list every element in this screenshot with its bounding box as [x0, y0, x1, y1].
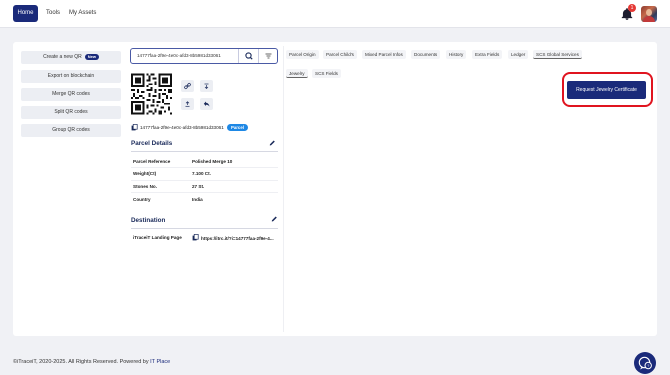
destination-title: Destination: [131, 217, 166, 224]
export-blockchain-button[interactable]: Export on blockchain: [21, 70, 121, 83]
merge-qr-button[interactable]: Merge QR codes: [21, 88, 121, 101]
qr-code-image: [131, 73, 172, 115]
tab-documents[interactable]: Documents: [411, 50, 441, 59]
parcel-details-divider: [131, 151, 278, 152]
tab-history[interactable]: History: [446, 50, 467, 59]
asset-code-row: 14777faa-2f9e-4e0c-afd3-8b5981d33061 Par…: [131, 124, 281, 132]
country-label: Country: [133, 197, 151, 202]
upload-button[interactable]: [181, 98, 194, 110]
split-qr-button[interactable]: Split QR codes: [21, 106, 121, 119]
new-badge: New: [84, 53, 99, 60]
create-qr-button[interactable]: Create a new QR New: [21, 51, 121, 64]
link-button[interactable]: [181, 80, 194, 92]
filter-icon: [265, 53, 272, 59]
copy-icon[interactable]: [131, 124, 138, 131]
filter-button[interactable]: [258, 49, 277, 63]
parcel-reference-value: Polished Merge 10: [192, 159, 233, 164]
footer: ©iTraceiT, 2020-2025. All Rights Reserve…: [13, 359, 170, 365]
help-chat-button[interactable]: ?: [634, 352, 656, 374]
create-qr-label: Create a new QR: [43, 54, 82, 60]
weight-value: 7.100 Ct.: [192, 171, 211, 176]
reply-button[interactable]: [200, 98, 213, 110]
stones-label: Stones No.: [133, 184, 157, 189]
row-divider: [131, 192, 278, 193]
search-button[interactable]: [238, 49, 258, 63]
upload-icon: [185, 101, 190, 107]
it-place-link[interactable]: IT Place: [150, 359, 170, 365]
main-card: [13, 42, 657, 336]
asset-code: 14777faa-2f9e-4e0c-afd3-8b5981d33061: [140, 125, 224, 130]
tab-parcel-origin[interactable]: Parcel Origin: [286, 50, 319, 59]
nav-home[interactable]: Home: [13, 5, 38, 22]
landing-page-link[interactable]: https://itrc.it/?i=14777faa-2f9e-4...: [201, 236, 274, 241]
edit-parcel-details-icon[interactable]: [269, 139, 276, 146]
download-icon: [204, 83, 209, 89]
weight-label: Weight(Ct): [133, 171, 157, 176]
destination-divider: [131, 228, 278, 229]
tab-mixed-parcel-infos[interactable]: Mixed Parcel Infos: [362, 50, 406, 59]
parcel-reference-label: Parcel Reference: [133, 159, 171, 164]
search-input[interactable]: 14777faa-2f9e-4e0c-afd3-8b5981d33061: [137, 49, 221, 63]
country-value: India: [192, 197, 203, 202]
copy-link-icon[interactable]: [192, 234, 199, 241]
top-navbar: Home Tools My Assets 1: [0, 0, 670, 28]
avatar-face: [646, 9, 652, 16]
parcel-details-title: Parcel Details: [131, 140, 173, 147]
subtab-scs-fields[interactable]: SCS Fields: [312, 69, 341, 78]
tab-scs-global-services[interactable]: SCS Global Services: [533, 50, 582, 59]
search-box: 14777faa-2f9e-4e0c-afd3-8b5981d33061: [130, 48, 278, 64]
avatar[interactable]: [641, 6, 657, 22]
group-qr-button[interactable]: Group QR codes: [21, 124, 121, 137]
chat-help-icon: ?: [638, 356, 652, 370]
search-icon: [245, 52, 253, 60]
tab-extra-fields[interactable]: Extra Fields: [472, 50, 503, 59]
avatar-body: [643, 16, 655, 22]
panel-divider: [283, 46, 284, 332]
tab-ledger[interactable]: Ledger: [508, 50, 529, 59]
notification-badge: 1: [628, 4, 636, 12]
download-button[interactable]: [200, 80, 213, 92]
nav-my-assets[interactable]: My Assets: [63, 5, 102, 22]
subtab-jewelry[interactable]: Jewelry: [286, 69, 308, 78]
row-divider: [131, 167, 278, 168]
copyright-text: ©iTraceiT, 2020-2025. All Rights Reserve…: [13, 359, 151, 365]
reply-icon: [203, 101, 210, 107]
link-icon: [184, 82, 191, 90]
stones-value: 27 St.: [192, 184, 205, 189]
tab-parcel-childs[interactable]: Parcel Child's: [323, 50, 357, 59]
landing-page-label: iTraceiT Landing Page: [133, 235, 182, 240]
request-jewelry-certificate-button[interactable]: Request Jewelry Certificate: [567, 81, 646, 99]
edit-destination-icon[interactable]: [271, 215, 278, 222]
parcel-type-badge: Parcel: [227, 124, 248, 131]
row-divider: [131, 180, 278, 181]
